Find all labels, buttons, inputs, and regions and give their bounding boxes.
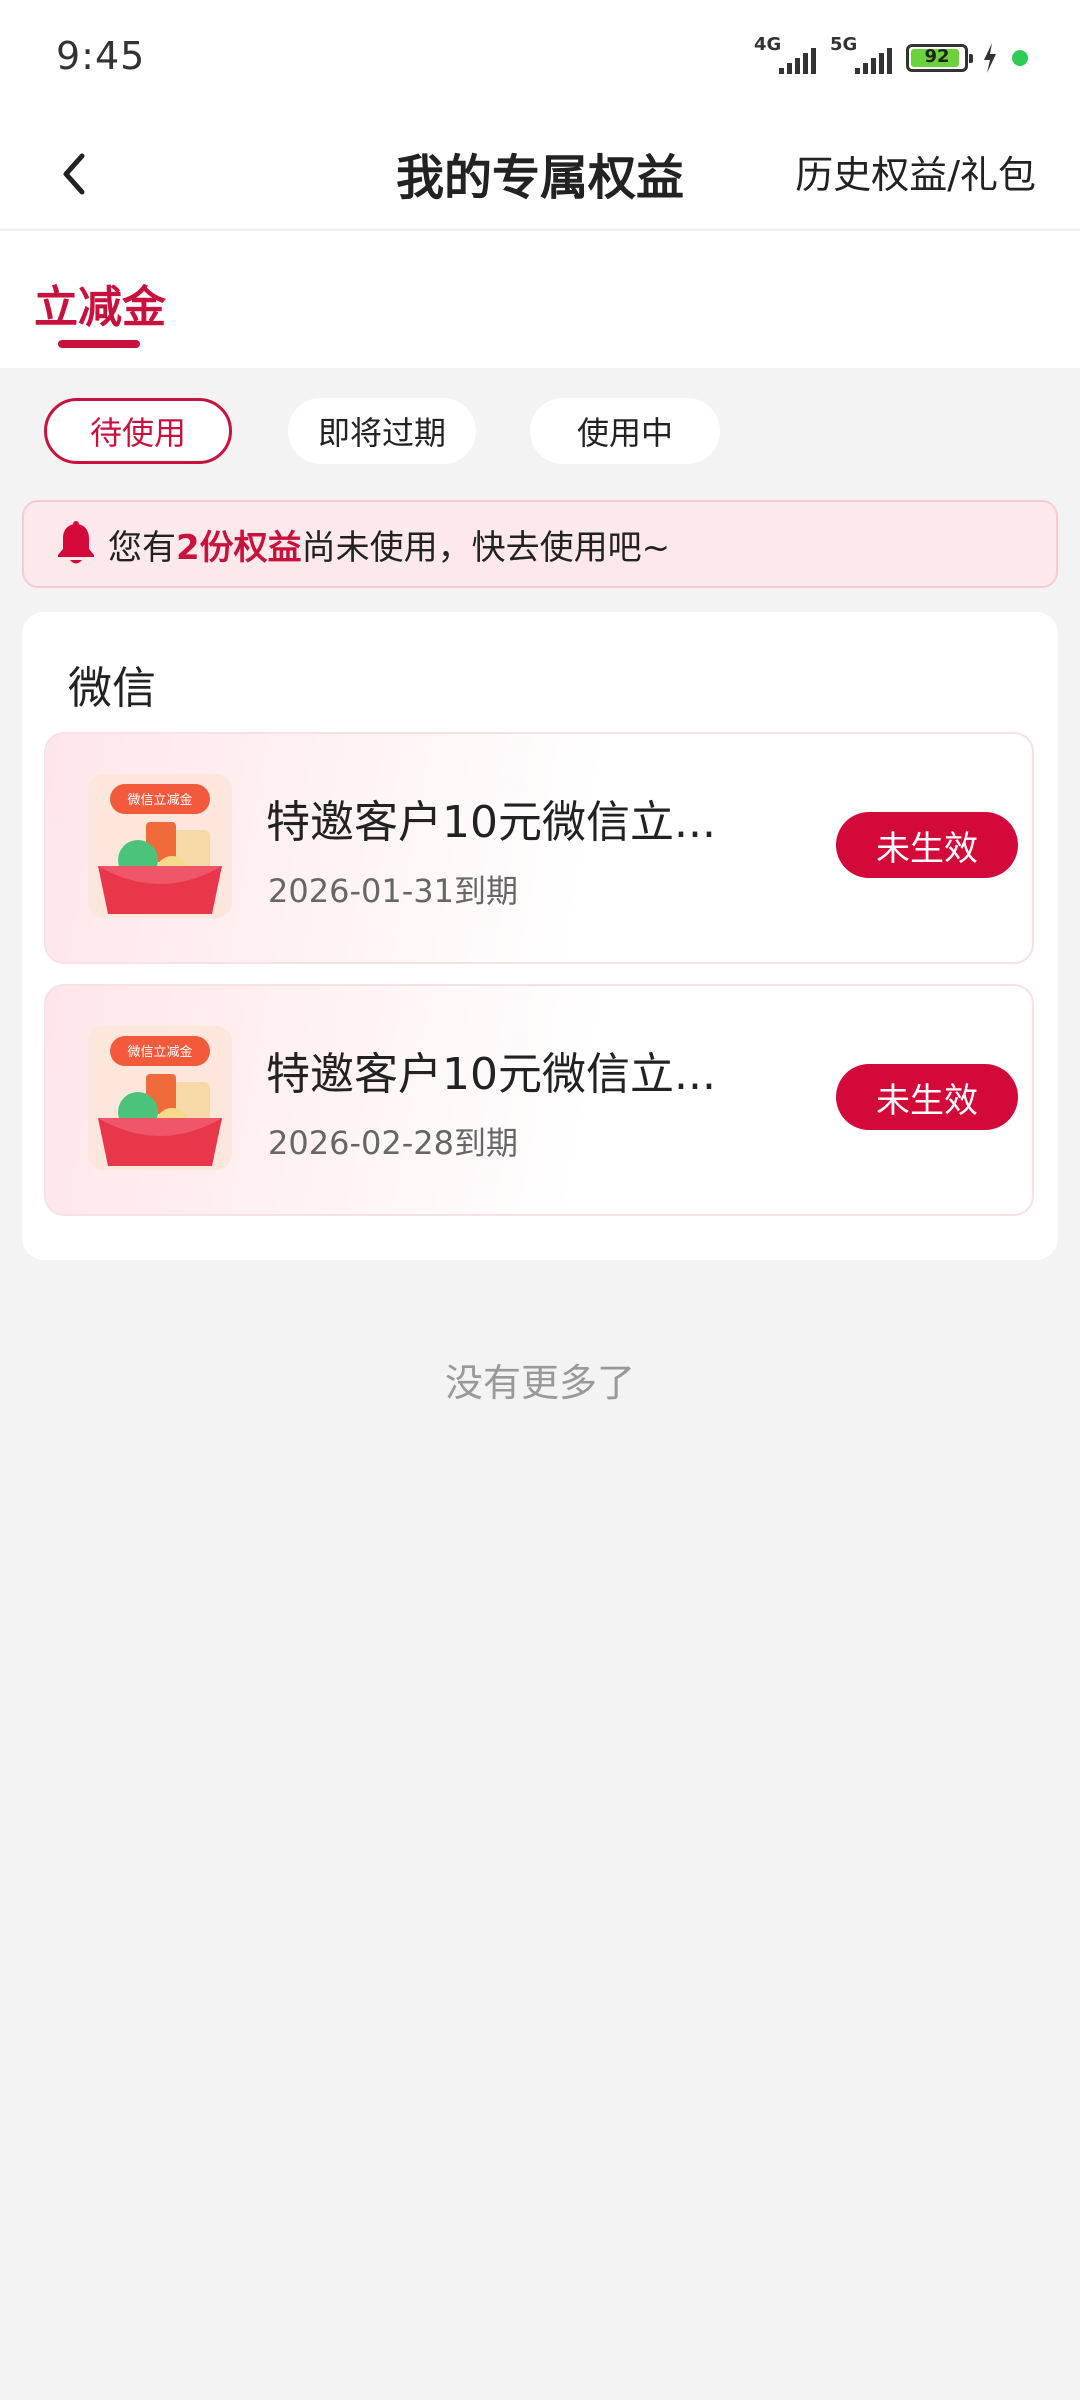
category-tabs: 立减金 [0, 231, 1080, 368]
not-effective-button[interactable]: 未生效 [836, 1064, 1018, 1130]
benefit-title: 特邀客户10元微信立... [266, 797, 716, 848]
benefit-expiry-date: 2026-01-31到期 [268, 872, 518, 910]
red-envelope-icon: 微信立减金 [88, 774, 232, 918]
coupon-thumb-label: 微信立减金 [127, 792, 192, 808]
network-type-label: 4G [754, 34, 782, 55]
signal-4g-icon: 4G [754, 34, 816, 78]
wechat-benefit-group: 微信 微信立减金 特邀客户10元微信立... 2026-01-31到期 未生效 [22, 612, 1058, 1260]
history-benefits-link[interactable]: 历史权益/礼包 [795, 144, 1036, 199]
status-bar: 9:45 4G 5G 92 [0, 0, 1080, 118]
status-time: 9:45 [56, 34, 146, 78]
charging-bolt-icon [984, 43, 996, 73]
tab-active-indicator [58, 340, 140, 348]
not-effective-button[interactable]: 未生效 [836, 812, 1018, 878]
red-envelope-icon: 微信立减金 [88, 1026, 232, 1170]
filter-chip-expiring[interactable]: 即将过期 [288, 398, 476, 464]
notice-suffix: 尚未使用，快去使用吧~ [301, 527, 671, 568]
tab-discount-coupon[interactable]: 立减金 [34, 271, 166, 335]
signal-5g-icon: 5G [830, 34, 892, 78]
notice-highlight: 2份权益 [176, 527, 302, 568]
notice-text: 您有2份权益尚未使用，快去使用吧~ [108, 520, 670, 569]
status-filter-row: 待使用 即将过期 使用中 [0, 398, 1080, 464]
filter-chip-pending[interactable]: 待使用 [44, 398, 232, 464]
battery-icon: 92 [906, 44, 973, 72]
benefit-expiry-date: 2026-02-28到期 [268, 1124, 518, 1162]
coupon-thumbnail: 微信立减金 [88, 1026, 232, 1170]
privacy-indicator-dot [1012, 50, 1028, 66]
group-title: 微信 [68, 663, 156, 714]
coupon-thumb-label: 微信立减金 [127, 1044, 192, 1060]
benefit-card[interactable]: 微信立减金 特邀客户10元微信立... 2026-01-31到期 未生效 [44, 732, 1034, 964]
unused-benefits-notice: 您有2份权益尚未使用，快去使用吧~ [22, 500, 1058, 588]
bell-icon [58, 521, 94, 564]
navigation-bar: 我的专属权益 历史权益/礼包 [0, 118, 1080, 230]
end-of-list-text: 没有更多了 [444, 1361, 635, 1405]
notice-prefix: 您有 [108, 527, 176, 568]
benefit-card[interactable]: 微信立减金 特邀客户10元微信立... 2026-02-28到期 未生效 [44, 984, 1034, 1216]
coupon-thumbnail: 微信立减金 [88, 774, 232, 918]
benefit-title: 特邀客户10元微信立... [266, 1049, 716, 1100]
status-indicators: 4G 5G 92 [754, 34, 1028, 78]
battery-level-text: 92 [924, 46, 950, 67]
network-type-label: 5G [830, 34, 858, 55]
filter-chip-in-use[interactable]: 使用中 [530, 398, 720, 464]
